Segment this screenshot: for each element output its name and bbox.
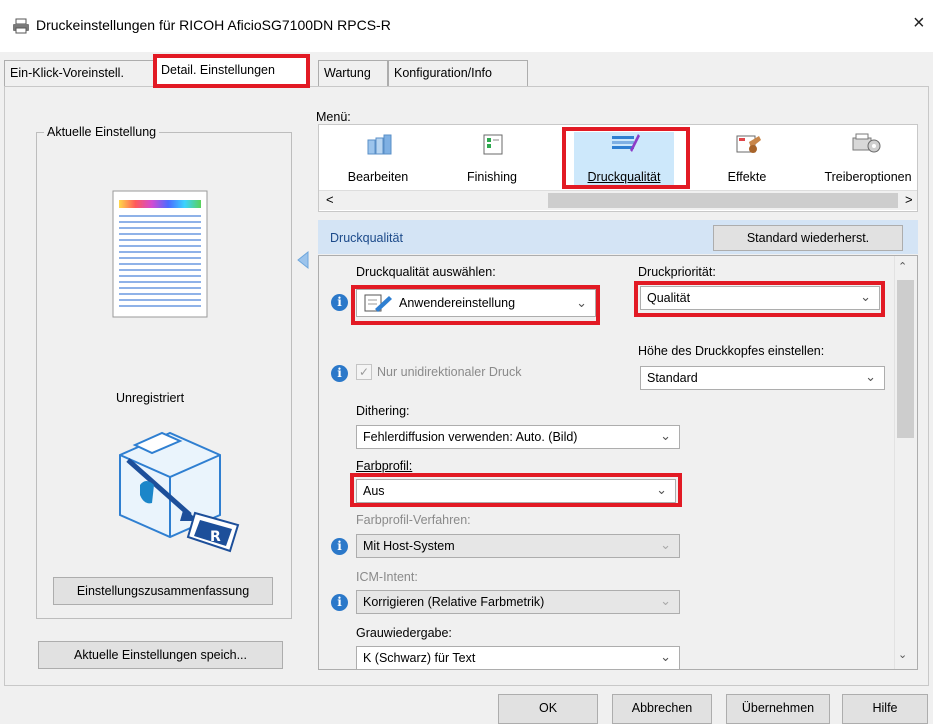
- gray-reproduction-select[interactable]: K (Schwarz) für Text ⌄: [356, 646, 680, 670]
- menu-item-driver-options[interactable]: Treiberoptionen: [815, 132, 921, 188]
- menu-item-finishing[interactable]: Finishing: [442, 132, 542, 188]
- menu-item-label: Treiberoptionen: [824, 170, 912, 184]
- unidirectional-checkbox[interactable]: ✓: [356, 364, 372, 380]
- restore-defaults-button[interactable]: Standard wiederherst.: [713, 225, 903, 251]
- print-quality-label: Druckqualität auswählen:: [356, 265, 496, 279]
- tab-detail-settings[interactable]: Detail. Einstellungen: [155, 57, 307, 87]
- unidirectional-label: Nur unidirektionaler Druck: [377, 365, 522, 379]
- menu-label: Menü:: [316, 110, 351, 124]
- scroll-down-icon[interactable]: ⌄: [898, 648, 907, 661]
- scroll-right-icon[interactable]: >: [905, 192, 913, 207]
- color-profile-value: Aus: [363, 484, 385, 498]
- printer-icon: [13, 18, 29, 34]
- dithering-label: Dithering:: [356, 404, 410, 418]
- user-setting-icon: [364, 294, 392, 312]
- gray-reproduction-label: Grauwiedergabe:: [356, 626, 452, 640]
- info-icon[interactable]: i: [331, 294, 348, 311]
- menu-item-print-quality[interactable]: Druckqualität: [574, 132, 674, 188]
- close-icon[interactable]: ×: [913, 12, 925, 35]
- menu-item-label: Finishing: [466, 170, 518, 184]
- edit-pages-icon: [367, 134, 392, 155]
- section-title: Druckqualität: [330, 231, 403, 245]
- tab-configuration-info[interactable]: Konfiguration/Info: [388, 60, 528, 86]
- icm-intent-label: ICM-Intent:: [356, 570, 418, 584]
- settings-scrollbar-thumb[interactable]: [897, 280, 914, 438]
- finishing-icon: [483, 134, 503, 155]
- chevron-down-icon: ⌄: [660, 537, 671, 552]
- print-priority-value: Qualität: [647, 291, 691, 305]
- dithering-value: Fehlerdiffusion verwenden: Auto. (Bild): [363, 430, 578, 444]
- icm-intent-select[interactable]: Korrigieren (Relative Farbmetrik) ⌄: [356, 590, 680, 614]
- collapse-panel-icon[interactable]: [296, 250, 310, 270]
- chevron-down-icon: ⌄: [660, 428, 671, 443]
- color-profile-select[interactable]: Aus ⌄: [356, 479, 676, 503]
- print-quality-icon: [612, 134, 640, 152]
- scroll-up-icon[interactable]: ⌃: [898, 260, 907, 273]
- svg-text:R: R: [210, 529, 221, 545]
- head-height-value: Standard: [647, 371, 698, 385]
- save-current-settings-button[interactable]: Aktuelle Einstellungen speich...: [38, 641, 283, 669]
- head-height-select[interactable]: Standard ⌄: [640, 366, 885, 390]
- profile-method-label: Farbprofil-Verfahren:: [356, 513, 471, 527]
- window-title: Druckeinstellungen für RICOH AficioSG710…: [36, 17, 391, 33]
- apply-button[interactable]: Übernehmen: [726, 694, 830, 724]
- color-profile-label: Farbprofil:: [356, 459, 413, 473]
- print-priority-select[interactable]: Qualität ⌄: [640, 286, 880, 310]
- info-icon[interactable]: i: [331, 365, 348, 382]
- title-bar: Druckeinstellungen für RICOH AficioSG710…: [0, 0, 933, 52]
- effects-stamp-icon: [736, 135, 761, 153]
- chevron-down-icon: ⌄: [660, 649, 671, 664]
- menu-item-edit[interactable]: Bearbeiten: [328, 132, 428, 188]
- chevron-down-icon: ⌄: [860, 289, 871, 304]
- head-height-label: Höhe des Druckkopfes einstellen:: [638, 344, 825, 358]
- page-preview: [112, 190, 208, 318]
- print-quality-value: Anwendereinstellung: [399, 296, 516, 310]
- ok-button[interactable]: OK: [498, 694, 598, 724]
- chevron-down-icon: ⌄: [656, 482, 667, 497]
- driver-options-icon: [852, 133, 881, 153]
- current-setting-title: Aktuelle Einstellung: [44, 125, 160, 139]
- icm-intent-value: Korrigieren (Relative Farbmetrik): [363, 595, 545, 609]
- menu-item-label: Druckqualität: [587, 170, 661, 184]
- menu-item-effects[interactable]: Effekte: [697, 132, 797, 188]
- profile-method-value: Mit Host-System: [363, 539, 455, 553]
- registration-status: Unregistriert: [116, 391, 185, 405]
- chevron-down-icon: ⌄: [576, 295, 587, 310]
- settings-summary-button[interactable]: Einstellungszusammenfassung: [53, 577, 273, 605]
- tab-maintenance[interactable]: Wartung: [318, 60, 388, 86]
- menu-item-label: Effekte: [727, 170, 767, 184]
- chevron-down-icon: ⌄: [660, 593, 671, 608]
- info-icon[interactable]: i: [331, 538, 348, 555]
- cancel-button[interactable]: Abbrechen: [612, 694, 712, 724]
- dithering-select[interactable]: Fehlerdiffusion verwenden: Auto. (Bild) …: [356, 425, 680, 449]
- printer-illustration-icon: R: [119, 431, 240, 553]
- menu-item-label: Bearbeiten: [347, 170, 409, 184]
- scroll-left-icon[interactable]: <: [326, 192, 334, 207]
- help-button[interactable]: Hilfe: [842, 694, 928, 724]
- gray-reproduction-value: K (Schwarz) für Text: [363, 651, 476, 665]
- info-icon[interactable]: i: [331, 594, 348, 611]
- print-priority-label: Druckpriorität:: [638, 265, 716, 279]
- menu-scrollbar-thumb[interactable]: [548, 193, 898, 208]
- tab-one-click[interactable]: Ein-Klick-Voreinstell.: [4, 60, 154, 86]
- chevron-down-icon: ⌄: [865, 369, 876, 384]
- profile-method-select[interactable]: Mit Host-System ⌄: [356, 534, 680, 558]
- print-quality-select[interactable]: Anwendereinstellung ⌄: [356, 289, 596, 317]
